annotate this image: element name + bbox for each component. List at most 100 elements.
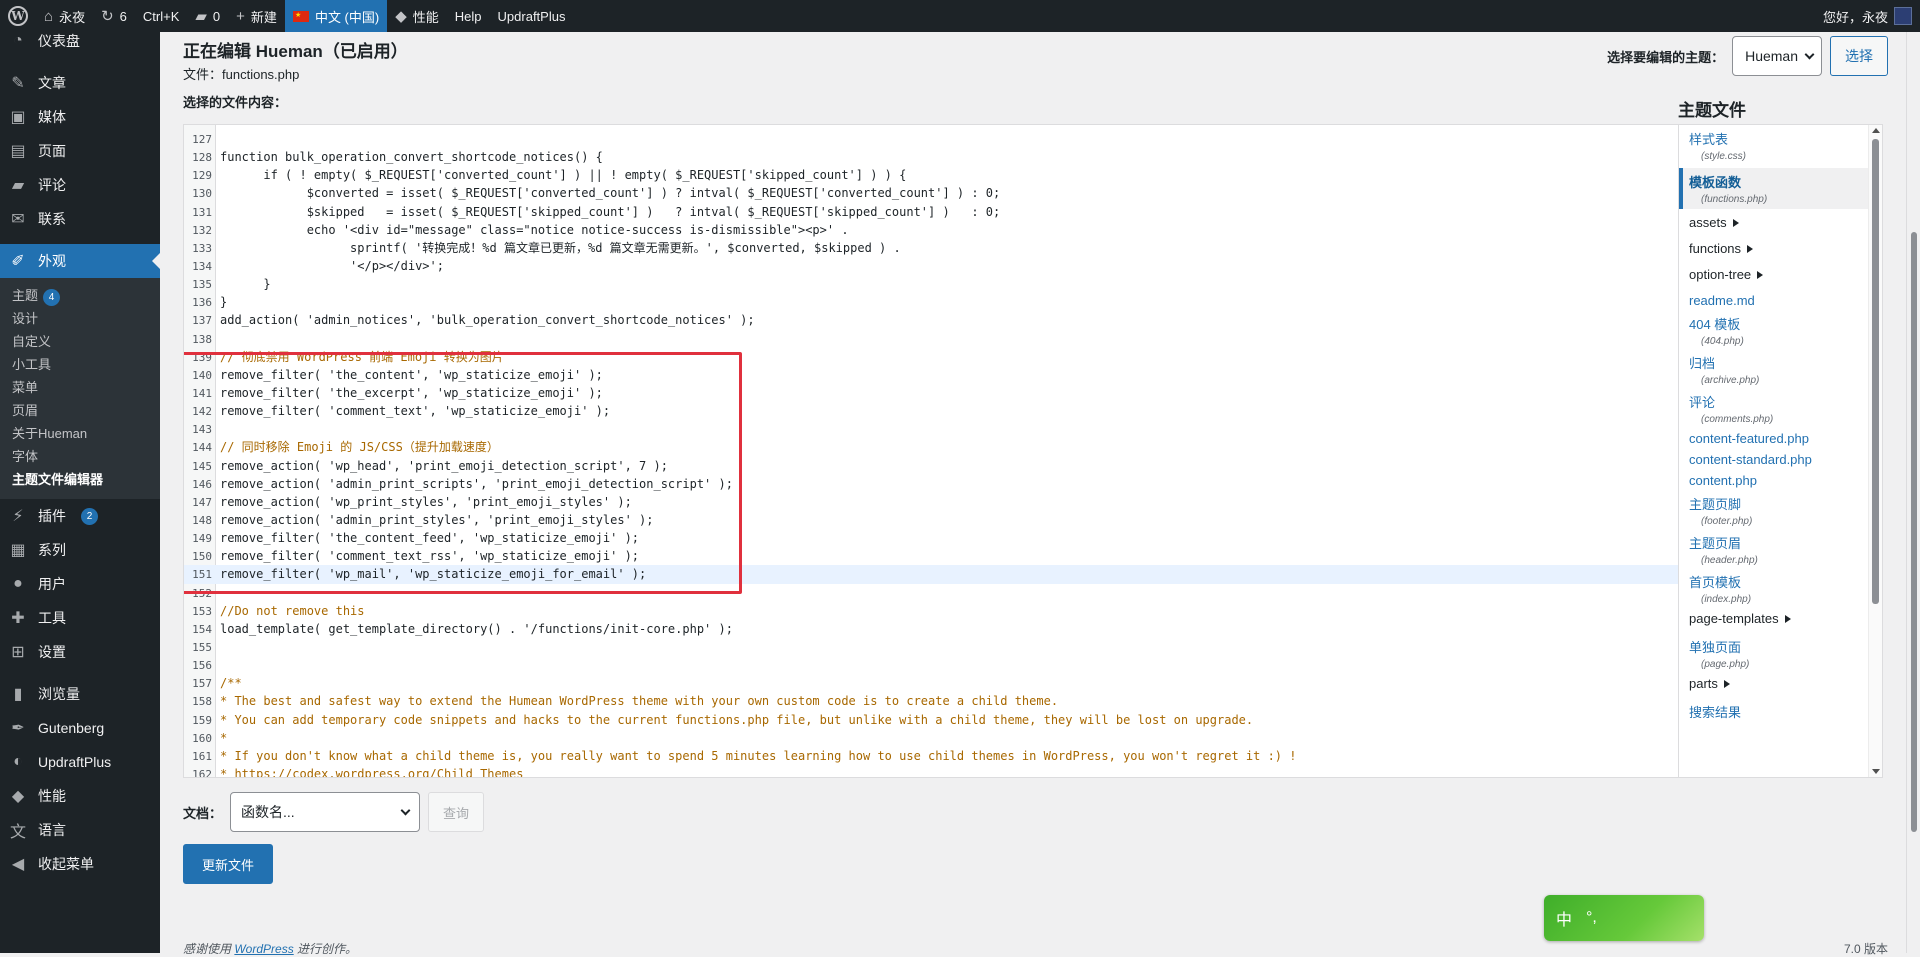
file-tree-item[interactable]: content-standard.php: [1679, 452, 1882, 467]
performance-menu[interactable]: ◆ 性能: [387, 0, 447, 32]
code-line[interactable]: 152: [184, 584, 1697, 602]
updraftplus-menu[interactable]: UpdraftPlus: [490, 0, 574, 32]
submenu-menus[interactable]: 菜单: [0, 376, 160, 399]
submenu-design[interactable]: 设计: [0, 307, 160, 330]
menu-gutenberg[interactable]: ✒ Gutenberg: [0, 711, 160, 745]
code-editor[interactable]: 127 128 function bulk_operation_convert_sh…: [183, 124, 1713, 778]
menu-appearance[interactable]: ✐ 外观: [0, 244, 160, 278]
file-link[interactable]: content-standard.php: [1689, 452, 1872, 467]
file-link[interactable]: 评论: [1689, 392, 1872, 411]
menu-views[interactable]: ▮ 浏览量: [0, 677, 160, 711]
file-tree-item[interactable]: 样式表 (style.css): [1679, 129, 1882, 162]
file-tree-folder[interactable]: parts: [1679, 676, 1882, 691]
function-name-select[interactable]: 函数名...: [230, 792, 421, 832]
wp-logo-menu[interactable]: W: [0, 0, 36, 32]
code-line[interactable]: 162 * https://codex.wordpress.org/Child_T…: [184, 765, 1697, 777]
code-line[interactable]: 157 /**: [184, 674, 1697, 692]
ime-punctuation[interactable]: °,: [1586, 909, 1597, 927]
code-line[interactable]: 132 echo '<div id="message" class="notic…: [184, 221, 1697, 239]
code-line[interactable]: 141 remove_filter( 'the_excerpt', 'wp_sta…: [184, 384, 1697, 402]
code-line[interactable]: 148 remove_action( 'admin_print_styles', …: [184, 511, 1697, 529]
code-line[interactable]: 129 if ( ! empty( $_REQUEST['converted_c…: [184, 166, 1697, 184]
menu-users[interactable]: ● 用户: [0, 567, 160, 601]
code-line[interactable]: 138: [184, 330, 1697, 348]
file-tree-folder[interactable]: option-tree: [1679, 267, 1882, 282]
menu-updraftplus[interactable]: ◐ UpdraftPlus: [0, 745, 160, 779]
comments-menu[interactable]: ▰ 0: [187, 0, 228, 32]
code-line[interactable]: 149 remove_filter( 'the_content_feed', 'w…: [184, 529, 1697, 547]
menu-media[interactable]: ▣ 媒体: [0, 100, 160, 134]
submenu-customize[interactable]: 自定义: [0, 330, 160, 353]
file-link[interactable]: 样式表: [1689, 129, 1872, 148]
file-tree-folder[interactable]: assets: [1679, 215, 1882, 230]
code-line[interactable]: 151 remove_filter( 'wp_mail', 'wp_statici…: [184, 565, 1697, 584]
menu-pages[interactable]: ▤ 页面: [0, 134, 160, 168]
code-line[interactable]: 160 *: [184, 729, 1697, 747]
menu-series[interactable]: ▦ 系列: [0, 533, 160, 567]
code-line[interactable]: 161 * If you don't know what a child them…: [184, 747, 1697, 765]
file-link[interactable]: 归档: [1689, 353, 1872, 372]
menu-performance[interactable]: ◆ 性能: [0, 779, 160, 813]
submenu-widgets[interactable]: 小工具: [0, 353, 160, 376]
submenu-fonts[interactable]: 字体: [0, 445, 160, 468]
menu-plugins[interactable]: ⚡ 插件 2: [0, 499, 160, 533]
menu-contact[interactable]: ✉ 联系: [0, 202, 160, 236]
file-link[interactable]: 主题页眉: [1689, 533, 1872, 552]
code-line[interactable]: 139 // 彻底禁用 WordPress 前端 Emoji 转换为图片: [184, 348, 1697, 366]
file-tree-folder[interactable]: page-templates: [1679, 611, 1882, 626]
file-link[interactable]: readme.md: [1689, 293, 1872, 308]
update-file-button[interactable]: 更新文件: [183, 844, 274, 884]
file-tree-item[interactable]: 评论 (comments.php): [1679, 392, 1882, 425]
code-line[interactable]: 133 sprintf( '转换完成！%d 篇文章已更新，%d 篇文章无需更新。…: [184, 239, 1697, 257]
language-switcher[interactable]: 中文 (中国): [284, 0, 388, 32]
file-tree-item[interactable]: 单独页面 (page.php): [1679, 637, 1882, 670]
file-tree-item[interactable]: 搜索结果: [1679, 702, 1882, 721]
menu-collapse[interactable]: ◀ 收起菜单: [0, 847, 160, 881]
site-name-menu[interactable]: ⌂ 永夜: [36, 0, 93, 32]
code-line[interactable]: 150 remove_filter( 'comment_text_rss', 'w…: [184, 547, 1697, 565]
menu-tools[interactable]: ✚ 工具: [0, 601, 160, 635]
code-line[interactable]: 130 $converted = isset( $_REQUEST['conve…: [184, 184, 1697, 202]
file-link[interactable]: 搜索结果: [1689, 702, 1872, 721]
code-line[interactable]: 137 add_action( 'admin_notices', 'bulk_op…: [184, 311, 1697, 329]
file-link[interactable]: 单独页面: [1689, 637, 1872, 656]
file-tree-scrollbar[interactable]: [1868, 125, 1882, 777]
ime-toolbar[interactable]: 中 °,: [1544, 895, 1704, 941]
file-tree-item[interactable]: 首页模板 (index.php): [1679, 572, 1882, 605]
code-line[interactable]: 128 function bulk_operation_convert_short…: [184, 148, 1697, 166]
code-line[interactable]: 158 * The best and safest way to extend t…: [184, 692, 1697, 710]
file-link[interactable]: 模板函数: [1689, 172, 1876, 191]
file-tree-item[interactable]: readme.md: [1679, 293, 1882, 308]
code-line[interactable]: 144 // 同时移除 Emoji 的 JS/CSS（提升加载速度）: [184, 438, 1697, 456]
updates-menu[interactable]: ↻ 6: [93, 0, 135, 32]
file-tree-item[interactable]: content.php: [1679, 473, 1882, 488]
code-line[interactable]: 153 //Do not remove this: [184, 602, 1697, 620]
code-line[interactable]: 135 }: [184, 275, 1697, 293]
code-line[interactable]: 146 remove_action( 'admin_print_scripts',…: [184, 475, 1697, 493]
page-scrollbar[interactable]: [1906, 32, 1920, 953]
scroll-down-icon[interactable]: [1872, 769, 1880, 774]
submenu-header[interactable]: 页眉: [0, 399, 160, 422]
submenu-theme-file-editor[interactable]: 主题文件编辑器: [0, 468, 160, 491]
code-line[interactable]: 140 remove_filter( 'the_content', 'wp_sta…: [184, 366, 1697, 384]
scrollbar-thumb[interactable]: [1872, 139, 1879, 604]
file-tree-item[interactable]: content-featured.php: [1679, 431, 1882, 446]
file-link[interactable]: content.php: [1689, 473, 1872, 488]
file-tree-item[interactable]: 404 模板 (404.php): [1679, 314, 1882, 347]
command-palette-shortcut[interactable]: Ctrl+K: [135, 0, 187, 32]
code-line[interactable]: 127: [184, 130, 1697, 148]
code-line[interactable]: 156: [184, 656, 1697, 674]
file-tree-folder[interactable]: functions: [1679, 241, 1882, 256]
help-menu[interactable]: Help: [447, 0, 490, 32]
lookup-button[interactable]: 查询: [428, 792, 485, 832]
code-line[interactable]: 154 load_template( get_template_directory…: [184, 620, 1697, 638]
code-line[interactable]: 136}: [184, 293, 1697, 311]
code-line[interactable]: 143: [184, 420, 1697, 438]
file-link[interactable]: 404 模板: [1689, 314, 1872, 333]
code-line[interactable]: 147 remove_action( 'wp_print_styles', 'pr…: [184, 493, 1697, 511]
submenu-about-hueman[interactable]: 关于Hueman: [0, 422, 160, 445]
new-content-menu[interactable]: + 新建: [228, 0, 285, 32]
code-line[interactable]: 155: [184, 638, 1697, 656]
wordpress-link[interactable]: WordPress: [234, 942, 293, 956]
file-link[interactable]: 首页模板: [1689, 572, 1872, 591]
